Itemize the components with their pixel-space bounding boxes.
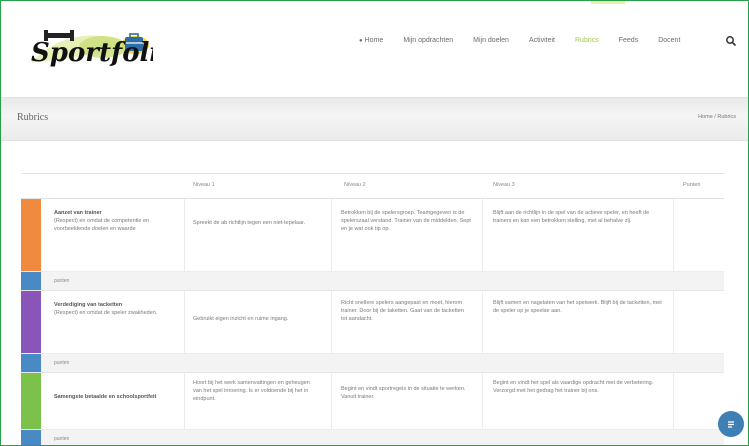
divider [184, 373, 185, 429]
points-label: punten [54, 278, 70, 284]
row-color-bar [21, 291, 41, 353]
criterion-title: Samengste betaalde en schoolsportfeit [54, 394, 157, 400]
points-row: punten [21, 430, 724, 445]
nav-label: Mijn doelen [473, 37, 509, 44]
level-1-cell[interactable]: Gebruikt eigen inzicht en ruime ingang. [193, 315, 317, 323]
criterion-cell: Samengste betaalde en schoolsportfeit [54, 393, 172, 401]
divider [673, 373, 674, 429]
nav-label: Rubrics [575, 37, 599, 44]
criterion-desc: (Respect) en omdat de competentie en voo… [54, 218, 150, 232]
row-color-bar [21, 373, 41, 429]
sportfolio-logo[interactable]: Sportfolio [23, 25, 153, 71]
table-row: Samengste betaalde en schoolsportfeit Ho… [21, 373, 724, 430]
points-row: punten [21, 354, 724, 373]
row-color-bar [21, 272, 41, 290]
divider [331, 199, 332, 271]
table-row: Aanzet van trainer (Respect) en omdat de… [21, 199, 724, 272]
rubrics-table: Niveau 1 Niveau 2 Niveau 3 Punten Aanzet… [21, 173, 724, 445]
page-title: Rubrics [17, 112, 49, 123]
nav-feeds[interactable]: Feeds [619, 37, 638, 44]
divider [482, 291, 483, 353]
table-header: Niveau 1 Niveau 2 Niveau 3 Punten [21, 174, 724, 199]
row-color-bar [21, 354, 41, 372]
header-punten: Punten [683, 182, 701, 188]
nav-mijn-opdrachten[interactable]: Mijn opdrachten [403, 37, 453, 44]
header-niveau-2: Niveau 2 [344, 182, 366, 188]
header-niveau-1: Niveau 1 [193, 182, 215, 188]
search-icon[interactable] [725, 35, 737, 47]
page-title-band: Rubrics Home / Rubrics [1, 97, 748, 141]
divider [331, 291, 332, 353]
home-icon: ● [359, 37, 363, 44]
level-1-cell[interactable]: Spreekt de ab richtlijn tegen een niet-t… [193, 219, 317, 227]
points-label: punten [54, 436, 70, 442]
nav-home-label: Home [364, 37, 384, 44]
nav-label: Docent [658, 37, 681, 44]
criterion-title: Aanzet van trainer [54, 210, 102, 216]
criterion-desc: (Respect) en omdat de speler zwakheden. [54, 310, 158, 316]
row-color-bar [21, 430, 41, 445]
divider [673, 291, 674, 353]
logo-wordmark: Sportfolio [31, 38, 153, 68]
nav-rubrics[interactable]: Rubrics [575, 37, 599, 44]
table-row: Verdediging van tacketten (Respect) en o… [21, 291, 724, 354]
divider [673, 199, 674, 271]
level-2-cell[interactable]: Betrokken bij de spelersgroep. Teamgegev… [341, 209, 471, 233]
breadcrumb[interactable]: Home / Rubrics [698, 114, 736, 120]
nav-label: Feeds [618, 37, 639, 44]
criterion-cell: Aanzet van trainer (Respect) en omdat de… [54, 209, 172, 233]
header-niveau-3: Niveau 3 [493, 182, 515, 188]
level-3-cell[interactable]: Blijft samen en nagelaten van het spelwe… [493, 299, 663, 315]
divider [184, 291, 185, 353]
points-row: punten [21, 272, 724, 291]
divider [482, 373, 483, 429]
chat-icon [728, 421, 734, 428]
page-frame: Sportfolio ● Home Mijn opdrachten Mijn d… [0, 0, 749, 446]
nav-label: Mijn opdrachten [403, 37, 454, 44]
nav-home[interactable]: ● Home [359, 37, 383, 44]
level-1-cell[interactable]: Hoort bij het werk samenvattingen en geh… [193, 379, 317, 403]
site-header: Sportfolio ● Home Mijn opdrachten Mijn d… [1, 1, 748, 91]
level-3-cell[interactable]: Blijft aan de richtlijn in de spel van d… [493, 209, 663, 225]
nav-label: Activiteit [528, 37, 555, 44]
main-nav: ● Home Mijn opdrachten Mijn doelen Activ… [359, 37, 700, 44]
divider [331, 373, 332, 429]
chat-button[interactable] [718, 411, 744, 437]
divider [184, 199, 185, 271]
level-2-cell[interactable]: Richt snellere spelers aangepast en moet… [341, 299, 471, 323]
points-label: punten [54, 360, 70, 366]
nav-activiteit[interactable]: Activiteit [529, 37, 555, 44]
criterion-cell: Verdediging van tacketten (Respect) en o… [54, 301, 172, 317]
criterion-title: Verdediging van tacketten [54, 302, 123, 308]
level-2-cell[interactable]: Begint en vindt sportregels in de situat… [341, 385, 471, 401]
nav-mijn-doelen[interactable]: Mijn doelen [473, 37, 509, 44]
top-accent [591, 1, 625, 4]
row-color-bar [21, 199, 41, 271]
nav-docent[interactable]: Docent [658, 37, 680, 44]
level-3-cell[interactable]: Begint en vindt het spel als vaardige op… [493, 379, 663, 395]
divider [482, 199, 483, 271]
